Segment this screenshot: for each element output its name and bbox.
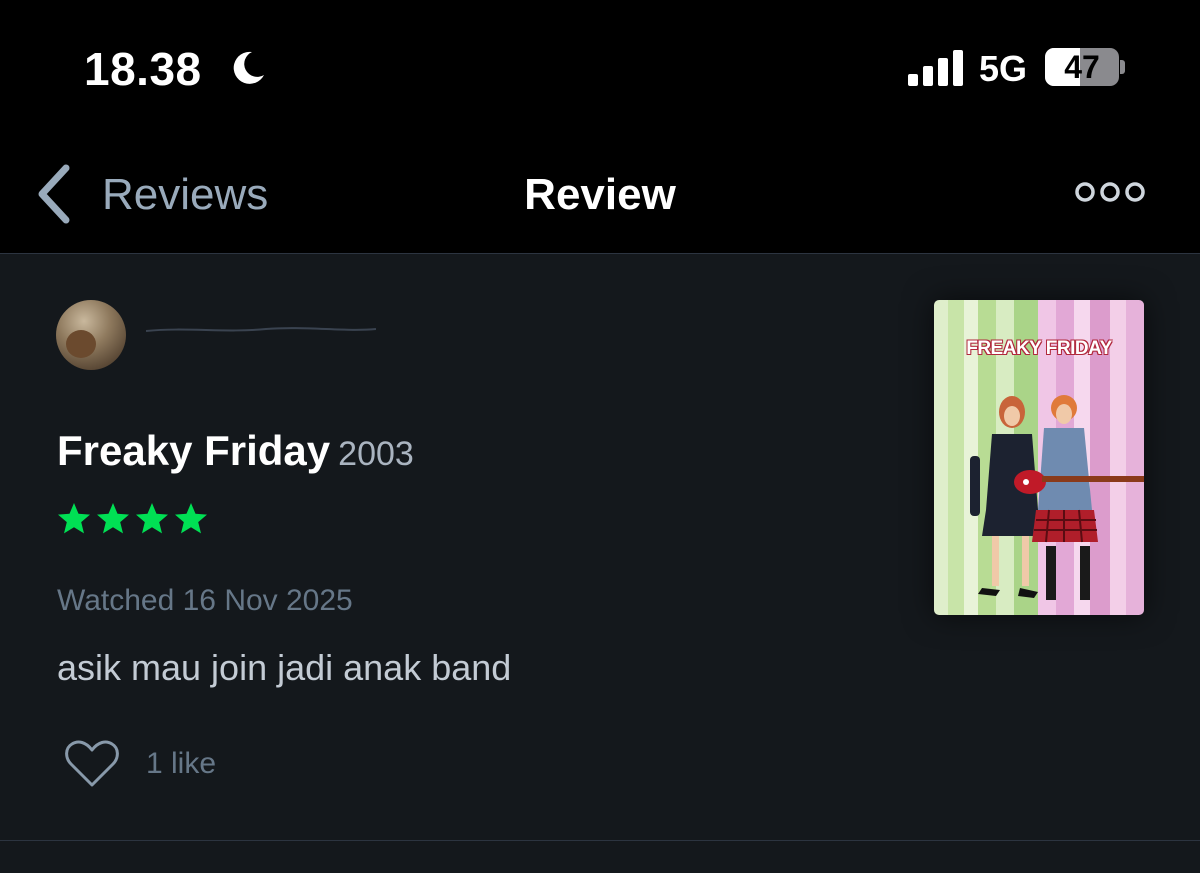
film-poster[interactable]: FREAKY FRIDAY xyxy=(934,300,1144,615)
battery-indicator: 47 xyxy=(1045,48,1119,86)
page-title: Review xyxy=(524,170,676,219)
battery-percent: 47 xyxy=(1064,49,1100,85)
more-icon[interactable] xyxy=(1074,180,1146,204)
poster-illustration xyxy=(970,395,1144,600)
star-icon xyxy=(175,503,207,534)
heart-icon[interactable] xyxy=(64,739,120,789)
like-count[interactable]: 1 like xyxy=(146,747,216,781)
status-bar: 18.38 5G 47 xyxy=(0,0,1200,140)
poster-title: FREAKY FRIDAY xyxy=(966,338,1112,359)
nav-bar: Reviews Review xyxy=(0,140,1200,254)
star-icon xyxy=(136,503,168,534)
battery-tip xyxy=(1120,60,1125,74)
film-year: 2003 xyxy=(338,435,414,473)
film-title-text: Freaky Friday xyxy=(57,427,331,474)
username-redacted xyxy=(146,327,376,332)
star-icon xyxy=(58,503,90,534)
signal-icon xyxy=(908,50,963,86)
star-icon xyxy=(97,503,129,534)
film-title[interactable]: Freaky Friday 2003 xyxy=(57,427,414,475)
star-rating xyxy=(56,501,209,537)
network-type: 5G xyxy=(979,48,1028,89)
avatar[interactable] xyxy=(56,300,126,370)
footer-area xyxy=(0,841,1200,873)
review-text: asik mau join jadi anak band xyxy=(57,647,512,688)
status-time: 18.38 xyxy=(84,43,202,95)
watched-date: Watched 16 Nov 2025 xyxy=(57,584,353,617)
avatar-image xyxy=(66,330,96,358)
moon-icon xyxy=(233,51,264,84)
